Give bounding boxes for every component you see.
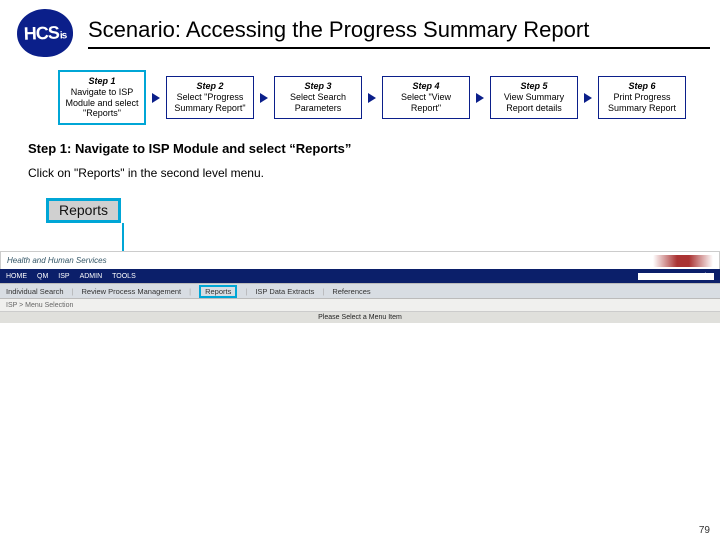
steps-row: Step 1 Navigate to ISP Module and select…: [0, 58, 720, 133]
step-box-4: Step 4 Select "View Report": [382, 76, 470, 118]
topnav-home[interactable]: HOME: [6, 273, 27, 280]
step-desc: Navigate to ISP Module and select "Repor…: [65, 87, 138, 119]
massgov-logo: [653, 255, 713, 267]
step-desc: Select Search Parameters: [290, 92, 346, 113]
subnav-divider: |: [245, 287, 247, 296]
topnav-qm[interactable]: QM: [37, 273, 48, 280]
step-desc: Select "View Report": [401, 92, 451, 113]
subnav-reports[interactable]: Reports: [199, 285, 237, 298]
step-title: Step 1: [62, 76, 142, 87]
callout-reports-button: Reports: [46, 198, 121, 223]
callout-connector-line: [122, 223, 124, 251]
step-title: Step 2: [169, 81, 251, 92]
step-box-1: Step 1 Navigate to ISP Module and select…: [58, 70, 146, 125]
select-banner-text: Please Select a Menu Item: [318, 314, 402, 321]
step-title: Step 4: [385, 81, 467, 92]
title-block: Scenario: Accessing the Progress Summary…: [88, 17, 710, 49]
page-number: 79: [699, 525, 710, 536]
arrow-icon: [476, 93, 484, 103]
sim-sub-nav: Individual Search | Review Process Manag…: [0, 283, 720, 299]
subnav-isp-data-extracts[interactable]: ISP Data Extracts: [255, 287, 314, 296]
topnav-right-links[interactable]: Mass.Gov Home Help: [638, 273, 714, 280]
sim-select-banner: Please Select a Menu Item: [0, 311, 720, 323]
step-box-3: Step 3 Select Search Parameters: [274, 76, 362, 118]
step-desc: Print Progress Summary Report: [608, 92, 676, 113]
screenshot-area: Reports Health and Human Services HOME Q…: [0, 198, 720, 323]
breadcrumb-text: ISP > Menu Selection: [6, 302, 73, 309]
arrow-icon: [584, 93, 592, 103]
arrow-icon: [368, 93, 376, 103]
step-heading: Step 1: Navigate to ISP Module and selec…: [28, 141, 692, 156]
step-box-2: Step 2 Select "Progress Summary Report": [166, 76, 254, 118]
page-title: Scenario: Accessing the Progress Summary…: [88, 17, 710, 43]
callout: Reports: [46, 198, 720, 251]
subnav-divider: |: [72, 287, 74, 296]
step-title: Step 3: [277, 81, 359, 92]
subnav-divider: |: [322, 287, 324, 296]
step-box-6: Step 6 Print Progress Summary Report: [598, 76, 686, 118]
step-title: Step 5: [493, 81, 575, 92]
sim-app-header: Health and Human Services: [0, 251, 720, 269]
topnav-tools[interactable]: TOOLS: [112, 273, 136, 280]
subnav-references[interactable]: References: [332, 287, 370, 296]
step-desc: Select "Progress Summary Report": [174, 92, 245, 113]
topnav-admin[interactable]: ADMIN: [80, 273, 103, 280]
logo: HCSis: [10, 8, 80, 58]
subnav-individual-search[interactable]: Individual Search: [6, 287, 64, 296]
arrow-icon: [152, 93, 160, 103]
logo-sub: is: [60, 30, 67, 41]
instruction-area: Step 1: Navigate to ISP Module and selec…: [0, 133, 720, 184]
sim-header-brand: Health and Human Services: [7, 256, 107, 265]
arrow-icon: [260, 93, 268, 103]
step-box-5: Step 5 View Summary Report details: [490, 76, 578, 118]
topnav-isp[interactable]: ISP: [58, 273, 69, 280]
logo-text-main: HCSis: [23, 22, 66, 44]
step-instruction: Click on "Reports" in the second level m…: [28, 166, 692, 180]
sim-top-nav: HOME QM ISP ADMIN TOOLS Mass.Gov Home He…: [0, 269, 720, 283]
logo-badge: HCSis: [16, 8, 74, 58]
logo-main: HCS: [23, 22, 59, 43]
step-title: Step 6: [601, 81, 683, 92]
subnav-divider: |: [189, 287, 191, 296]
sim-breadcrumb: ISP > Menu Selection: [0, 299, 720, 311]
slide-header: HCSis Scenario: Accessing the Progress S…: [0, 0, 720, 58]
subnav-review-process[interactable]: Review Process Management: [82, 287, 182, 296]
step-desc: View Summary Report details: [504, 92, 564, 113]
